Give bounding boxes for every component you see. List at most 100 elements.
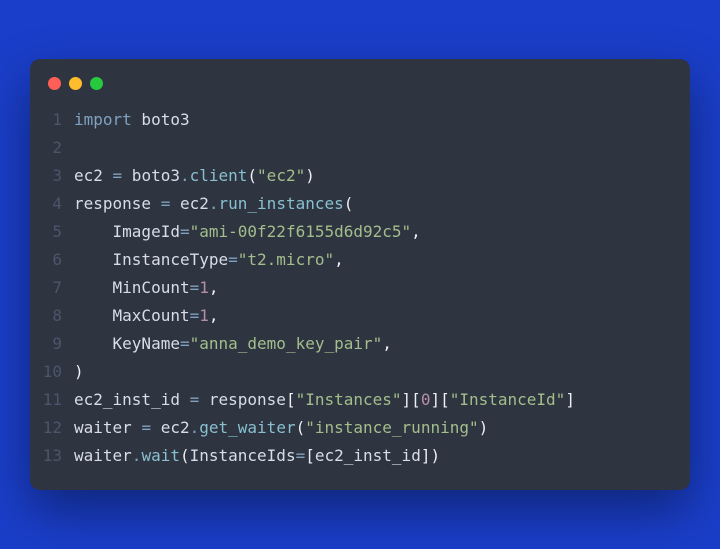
code-line: 10) (30, 358, 690, 386)
token: "ami-00f22f6155d6d92c5" (190, 222, 412, 241)
token: "t2.micro" (238, 250, 334, 269)
token: waiter (74, 418, 141, 437)
token: ( (344, 194, 354, 213)
line-number: 9 (30, 330, 74, 358)
line-content: MinCount=1, (74, 274, 219, 302)
line-number: 3 (30, 162, 74, 190)
line-content: waiter.wait(InstanceIds=[ec2_inst_id]) (74, 442, 440, 470)
token: . (180, 166, 190, 185)
token: , (334, 250, 344, 269)
line-number: 7 (30, 274, 74, 302)
token: = (161, 194, 171, 213)
line-content: MaxCount=1, (74, 302, 219, 330)
line-number: 2 (30, 134, 74, 162)
token: wait (141, 446, 180, 465)
token: ( (247, 166, 257, 185)
token: ec2_inst_id (315, 446, 421, 465)
token: = (190, 390, 200, 409)
line-content: ec2_inst_id = response["Instances"][0]["… (74, 386, 575, 414)
token: ec2 (151, 418, 190, 437)
token: . (190, 418, 200, 437)
line-content: InstanceType="t2.micro", (74, 246, 344, 274)
token: response (199, 390, 286, 409)
token: ec2_inst_id (74, 390, 190, 409)
token: 1 (199, 278, 209, 297)
line-content: response = ec2.run_instances( (74, 190, 353, 218)
token: MinCount (74, 278, 190, 297)
token: = (228, 250, 238, 269)
token: "ec2" (257, 166, 305, 185)
token: run_instances (219, 194, 344, 213)
token: [ (286, 390, 296, 409)
code-line: 13waiter.wait(InstanceIds=[ec2_inst_id]) (30, 442, 690, 470)
token: ) (74, 362, 84, 381)
token: = (190, 306, 200, 325)
token: get_waiter (199, 418, 295, 437)
token: ImageId (74, 222, 180, 241)
line-number: 11 (30, 386, 74, 414)
line-number: 12 (30, 414, 74, 442)
token: ) (479, 418, 489, 437)
line-content: import boto3 (74, 106, 190, 134)
token: "InstanceId" (450, 390, 566, 409)
token: ][ (430, 390, 449, 409)
token: 0 (421, 390, 431, 409)
token: ][ (402, 390, 421, 409)
token: MaxCount (74, 306, 190, 325)
line-number: 5 (30, 218, 74, 246)
token: , (382, 334, 392, 353)
token: InstanceType (74, 250, 228, 269)
code-line: 3ec2 = boto3.client("ec2") (30, 162, 690, 190)
token: , (209, 278, 219, 297)
code-area: 1import boto323ec2 = boto3.client("ec2")… (30, 106, 690, 470)
code-line: 7 MinCount=1, (30, 274, 690, 302)
token: "instance_running" (305, 418, 478, 437)
token: ec2 (74, 166, 113, 185)
close-icon[interactable] (48, 77, 61, 90)
line-number: 6 (30, 246, 74, 274)
line-content: waiter = ec2.get_waiter("instance_runnin… (74, 414, 488, 442)
line-content: ImageId="ami-00f22f6155d6d92c5", (74, 218, 421, 246)
minimize-icon[interactable] (69, 77, 82, 90)
line-content: ) (74, 358, 84, 386)
code-line: 12waiter = ec2.get_waiter("instance_runn… (30, 414, 690, 442)
token: ec2 (170, 194, 209, 213)
token: boto3 (132, 110, 190, 129)
token: , (209, 306, 219, 325)
line-number: 1 (30, 106, 74, 134)
token: = (190, 278, 200, 297)
token: "Instances" (296, 390, 402, 409)
code-line: 11ec2_inst_id = response["Instances"][0]… (30, 386, 690, 414)
token: [ (305, 446, 315, 465)
code-line: 1import boto3 (30, 106, 690, 134)
token: import (74, 110, 132, 129)
code-line: 8 MaxCount=1, (30, 302, 690, 330)
code-line: 5 ImageId="ami-00f22f6155d6d92c5", (30, 218, 690, 246)
zoom-icon[interactable] (90, 77, 103, 90)
token: waiter (74, 446, 132, 465)
token: boto3 (122, 166, 180, 185)
token: . (132, 446, 142, 465)
token: . (209, 194, 219, 213)
token: = (141, 418, 151, 437)
editor-window: 1import boto323ec2 = boto3.client("ec2")… (30, 59, 690, 490)
token: KeyName (74, 334, 180, 353)
code-line: 9 KeyName="anna_demo_key_pair", (30, 330, 690, 358)
code-line: 4response = ec2.run_instances( (30, 190, 690, 218)
token: ( (296, 418, 306, 437)
token: response (74, 194, 161, 213)
code-line: 2 (30, 134, 690, 162)
line-number: 8 (30, 302, 74, 330)
token: ]) (421, 446, 440, 465)
window-titlebar (30, 77, 690, 106)
line-content: KeyName="anna_demo_key_pair", (74, 330, 392, 358)
token: , (411, 222, 421, 241)
line-content: ec2 = boto3.client("ec2") (74, 162, 315, 190)
line-number: 10 (30, 358, 74, 386)
line-number: 13 (30, 442, 74, 470)
token: = (180, 222, 190, 241)
token: = (180, 334, 190, 353)
token: InstanceIds (190, 446, 296, 465)
token: = (113, 166, 123, 185)
token: client (190, 166, 248, 185)
